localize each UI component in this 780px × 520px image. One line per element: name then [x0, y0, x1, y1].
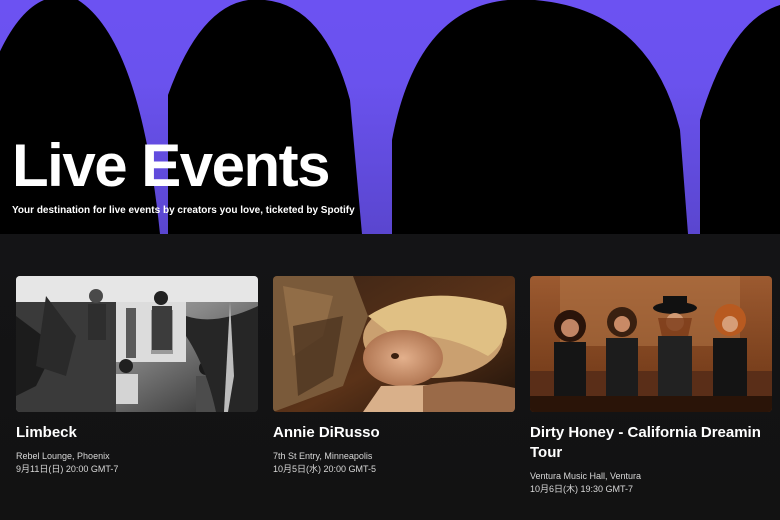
page-subtitle: Your destination for live events by crea…: [12, 205, 355, 216]
events-grid: Limbeck Rebel Lounge, Phoenix 9月11日(日) 2…: [16, 276, 772, 496]
event-title[interactable]: Annie DiRusso: [273, 423, 515, 443]
event-card[interactable]: Dirty Honey - California Dreamin Tour Ve…: [530, 276, 772, 496]
event-image-annie-dirusso[interactable]: [273, 276, 515, 412]
event-card[interactable]: Annie DiRusso 7th St Entry, Minneapolis …: [273, 276, 515, 496]
event-venue: 7th St Entry, Minneapolis: [273, 451, 373, 461]
event-title[interactable]: Dirty Honey - California Dreamin Tour: [530, 423, 772, 463]
event-venue: Ventura Music Hall, Ventura: [530, 471, 642, 481]
event-title[interactable]: Limbeck: [16, 423, 258, 443]
event-venue: Rebel Lounge, Phoenix: [16, 451, 110, 461]
event-datetime: 10月6日(木) 19:30 GMT-7: [530, 484, 634, 494]
hero-banner: Live Events Your destination for live ev…: [0, 0, 780, 234]
event-card[interactable]: Limbeck Rebel Lounge, Phoenix 9月11日(日) 2…: [16, 276, 258, 496]
event-image-limbeck[interactable]: [16, 276, 258, 412]
event-image-dirty-honey[interactable]: [530, 276, 772, 412]
event-datetime: 10月5日(水) 20:00 GMT-5: [273, 464, 377, 474]
event-datetime: 9月11日(日) 20:00 GMT-7: [16, 464, 119, 474]
live-events-page: Live Events Your destination for live ev…: [0, 0, 780, 520]
page-title: Live Events: [12, 132, 331, 199]
